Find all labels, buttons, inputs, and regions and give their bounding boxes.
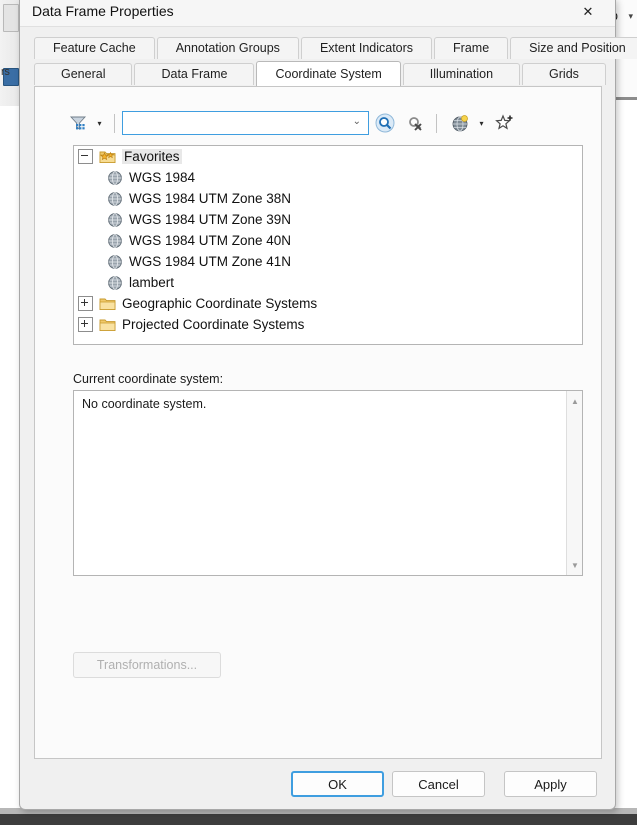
transformations-button[interactable]: Transformations... [73,652,221,678]
add-to-favorites-star-icon[interactable] [491,110,519,136]
tree-item-label: WGS 1984 UTM Zone 40N [129,233,292,248]
folder-icon [99,317,116,332]
tree-item-favorites[interactable]: Favorites [74,146,582,167]
tab-frame[interactable]: Frame [434,37,509,59]
tree-item-wgs-1984-utm-zone-41n[interactable]: WGS 1984 UTM Zone 41N [74,251,582,272]
background-tool-chip [3,4,19,32]
background-left-toolbar [0,0,21,106]
tree-item-wgs-1984[interactable]: WGS 1984 [74,167,582,188]
tab-annotation-groups[interactable]: Annotation Groups [156,37,299,59]
current-coordinate-system-value: No coordinate system. [82,397,207,411]
toolbar-separator [114,113,115,133]
globe-icon [107,233,123,249]
tree-expander-icon[interactable] [78,317,93,332]
tab-coordinate-system[interactable]: Coordinate System [256,61,401,86]
dialog-footer: OK Cancel Apply [20,759,615,809]
scroll-down-arrow-icon[interactable]: ▼ [567,557,583,573]
tree-item-wgs-1984-utm-zone-40n[interactable]: WGS 1984 UTM Zone 40N [74,230,582,251]
background-bottom-bar [0,814,637,825]
tab-grids[interactable]: Grids [522,63,606,85]
tree-expander-icon[interactable] [78,149,93,164]
toolbar-separator [436,113,437,133]
tree-item-label: WGS 1984 UTM Zone 39N [129,212,292,227]
tree-item-label: WGS 1984 UTM Zone 41N [129,254,292,269]
tab-feature-cache[interactable]: Feature Cache [34,37,155,59]
close-icon[interactable]: ✕ [567,0,609,25]
tree-item-wgs-1984-utm-zone-38n[interactable]: WGS 1984 UTM Zone 38N [74,188,582,209]
search-toolbar: ▾ ⌄ ▾ [64,108,574,138]
folder-icon [99,296,116,311]
tree-item-label: Projected Coordinate Systems [122,317,305,332]
search-combobox[interactable]: ⌄ [122,111,369,135]
dialog-title: Data Frame Properties [32,3,174,19]
tree-item-label: WGS 1984 UTM Zone 38N [129,191,292,206]
filter-icon[interactable] [64,110,92,136]
background-left-label: rs [1,66,10,78]
tab-data-frame[interactable]: Data Frame [134,63,255,85]
clear-search-icon[interactable] [401,110,429,136]
tab-size-and-position[interactable]: Size and Position [510,37,637,59]
tab-row-1: Feature Cache Annotation Groups Extent I… [34,37,637,59]
tree-item-projected-coordinate-systems[interactable]: Projected Coordinate Systems [74,314,582,335]
globe-icon [107,254,123,270]
tab-row-2: General Data Frame Coordinate System Ill… [34,61,606,86]
globe-icon [107,275,123,291]
scroll-up-arrow-icon[interactable]: ▲ [567,393,583,409]
chevron-down-icon[interactable]: ⌄ [353,116,361,127]
current-coordinate-system-label: Current coordinate system: [73,372,224,386]
search-icon[interactable] [371,110,399,136]
tree-item-geographic-coordinate-systems[interactable]: Geographic Coordinate Systems [74,293,582,314]
globe-icon [107,191,123,207]
vertical-scrollbar[interactable]: ▲ ▼ [566,391,582,575]
globe-icon[interactable] [446,110,474,136]
globe-dropdown-caret-icon[interactable]: ▾ [474,110,489,136]
tree-item-wgs-1984-utm-zone-39n[interactable]: WGS 1984 UTM Zone 39N [74,209,582,230]
coordinate-system-tab-page: ▾ ⌄ ▾ Favorites WGS 1984 WGS 1984 UTM Zo… [34,86,602,759]
tree-item-label: Geographic Coordinate Systems [122,296,318,311]
filter-dropdown-caret-icon[interactable]: ▾ [92,110,107,136]
ok-button[interactable]: OK [291,771,384,797]
search-input[interactable] [128,116,343,130]
tree-expander-icon[interactable] [78,296,93,311]
globe-icon [107,170,123,186]
chevron-down-icon: ▾ [628,11,633,21]
tab-general[interactable]: General [34,63,133,85]
globe-icon [107,212,123,228]
apply-button[interactable]: Apply [504,771,597,797]
data-frame-properties-dialog: Data Frame Properties ✕ Feature Cache An… [19,0,637,810]
coordinate-system-tree[interactable]: Favorites WGS 1984 WGS 1984 UTM Zone 38N… [73,145,583,345]
favorites-folder-icon [99,149,116,164]
tree-item-label: WGS 1984 [129,170,196,185]
tab-illumination[interactable]: Illumination [402,63,521,85]
current-coordinate-system-box[interactable]: No coordinate system. ▲ ▼ [73,390,583,576]
tab-extent-indicators[interactable]: Extent Indicators [300,37,433,59]
tree-item-label: lambert [129,275,175,290]
tabstrip: Feature Cache Annotation Groups Extent I… [20,26,637,86]
dialog-titlebar[interactable]: Data Frame Properties ✕ [20,0,615,27]
cancel-button[interactable]: Cancel [392,771,485,797]
tree-item-label: Favorites [122,149,182,164]
tree-item-lambert[interactable]: lambert [74,272,582,293]
